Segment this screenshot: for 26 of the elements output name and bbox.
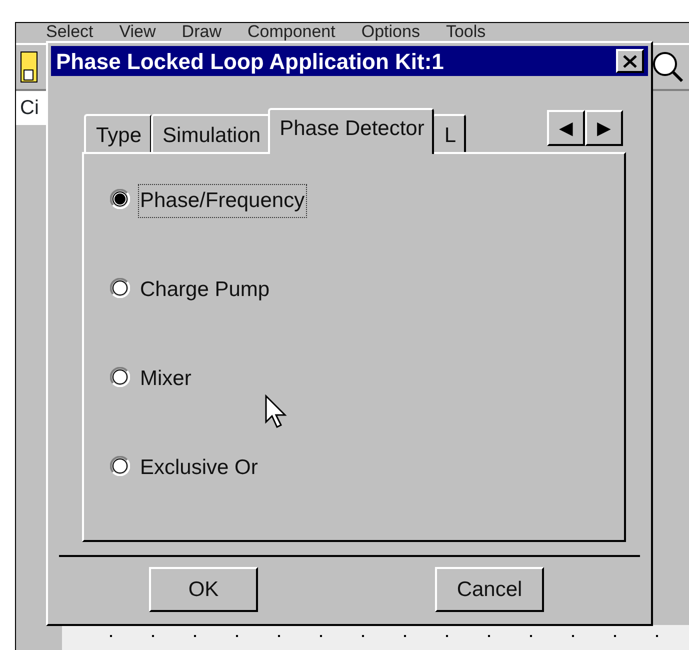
radio-button[interactable] — [110, 278, 130, 298]
mouse-pointer-icon — [264, 394, 288, 430]
tab-scroll-button[interactable]: ▶ — [585, 110, 623, 146]
window-title: Phase Locked Loop Application Kit:1 — [56, 48, 444, 76]
tab[interactable]: Type — [84, 114, 152, 154]
tab[interactable]: Phase Detector — [268, 108, 434, 154]
close-button[interactable] — [616, 49, 644, 73]
radio-button[interactable] — [110, 456, 130, 476]
radio-button[interactable] — [110, 367, 130, 387]
menu-item[interactable]: View — [119, 23, 156, 43]
menu-item[interactable]: Options — [361, 23, 420, 43]
tab[interactable]: Simulation — [150, 114, 271, 154]
menu-item[interactable]: Tools — [446, 23, 486, 43]
tab-scroll-button[interactable]: ◀ — [547, 110, 585, 146]
cancel-button[interactable]: Cancel — [435, 567, 544, 612]
menu-item[interactable]: Component — [247, 23, 336, 43]
option-label[interactable]: Charge Pump — [138, 273, 272, 306]
option-label[interactable]: Exclusive Or — [138, 451, 260, 484]
panel-label: Ci — [16, 91, 46, 125]
menu-item[interactable]: Select — [46, 23, 94, 43]
option-label[interactable]: Phase/Frequency — [138, 184, 307, 218]
radio-button[interactable] — [110, 189, 130, 209]
close-icon — [623, 54, 637, 68]
ok-button[interactable]: OK — [149, 567, 258, 612]
menu-item[interactable]: Draw — [182, 23, 222, 43]
option-label[interactable]: Mixer — [138, 362, 194, 396]
